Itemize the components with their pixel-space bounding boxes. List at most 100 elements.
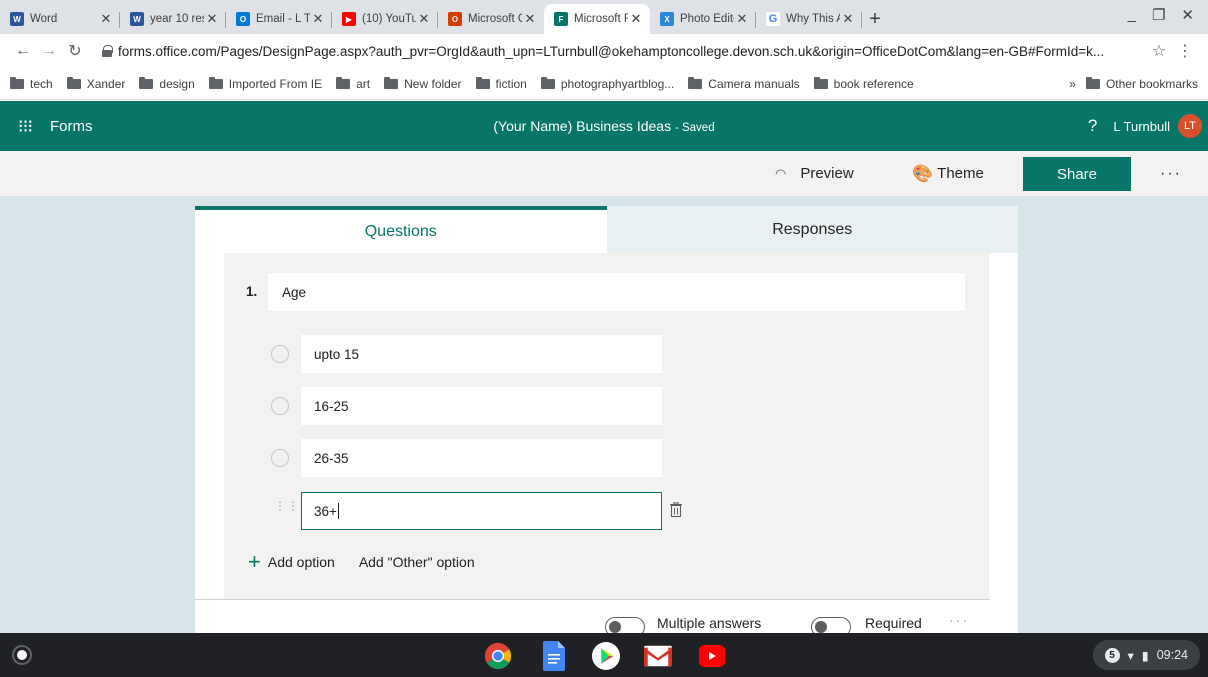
other-bookmarks-folder[interactable]: Other bookmarks	[1085, 76, 1198, 91]
plus-icon: +	[248, 549, 261, 574]
tab-title: (10) YouTub	[362, 13, 416, 25]
bookmark-folder[interactable]: Camera manuals	[688, 76, 800, 91]
bookmark-folder[interactable]: Xander	[66, 76, 125, 91]
add-other-option-button[interactable]: Add "Other" option	[359, 554, 475, 570]
notification-badge: 5	[1104, 647, 1120, 663]
close-tab-icon[interactable]: ✕	[310, 11, 326, 27]
clock: 09:24	[1156, 648, 1188, 662]
text-cursor	[337, 503, 339, 519]
bookmarks-bar: tech Xander design Imported From IE art …	[0, 68, 1208, 100]
tab-questions[interactable]: Questions	[195, 206, 607, 253]
browser-tab-active[interactable]: F Microsoft Fo ✕	[544, 4, 650, 34]
close-tab-icon[interactable]: ✕	[204, 11, 220, 27]
close-tab-icon[interactable]: ✕	[840, 11, 856, 27]
photo-editor-icon: X	[660, 12, 674, 26]
chevron-right-icon[interactable]: »	[1069, 77, 1076, 91]
folder-icon	[139, 76, 154, 89]
battery-icon: ▮	[1141, 648, 1149, 663]
help-icon[interactable]: ?	[1088, 116, 1097, 136]
new-tab-button[interactable]: +	[862, 4, 888, 34]
option-input[interactable]: upto 15	[301, 335, 662, 373]
star-icon[interactable]: ☆	[1146, 41, 1172, 61]
tab-title: Word	[30, 13, 58, 25]
bookmark-folder[interactable]: Imported From IE	[208, 76, 322, 91]
folder-icon	[10, 76, 24, 89]
option-input[interactable]: 26-35	[301, 439, 662, 477]
more-options-icon[interactable]: ···	[1160, 151, 1182, 196]
google-icon: G	[766, 12, 780, 26]
restore-icon[interactable]: ❐	[1152, 6, 1165, 24]
option-row: upto 15	[224, 335, 989, 373]
bookmark-folder[interactable]: book reference	[813, 76, 914, 91]
close-tab-icon[interactable]: ✕	[734, 11, 750, 27]
multiple-answers-toggle[interactable]	[605, 617, 645, 633]
browser-tab[interactable]: W year 10 rese ✕	[120, 4, 226, 34]
tab-responses[interactable]: Responses	[606, 206, 1018, 253]
app-name[interactable]: Forms	[50, 118, 93, 135]
divider	[195, 599, 990, 600]
chrome-icon[interactable]	[484, 642, 512, 670]
bookmark-folder[interactable]: tech	[10, 76, 53, 91]
required-label: Required	[865, 615, 922, 631]
preview-button[interactable]: ◠ Preview	[775, 151, 854, 196]
bookmark-folder[interactable]: design	[139, 76, 195, 91]
close-tab-icon[interactable]: ✕	[416, 11, 432, 27]
browser-tab[interactable]: W Word ✕	[0, 4, 120, 34]
bookmark-folder[interactable]: fiction	[475, 76, 527, 91]
browser-toolbar: ← → ↻ forms.office.com/Pages/DesignPage.…	[0, 34, 1208, 68]
share-button[interactable]: Share	[1023, 157, 1131, 191]
folder-icon	[688, 76, 703, 89]
reload-icon[interactable]: ↻	[62, 41, 88, 61]
folder-icon	[1085, 76, 1100, 89]
docs-icon[interactable]	[540, 641, 568, 671]
required-toggle[interactable]	[811, 617, 851, 633]
youtube-icon: ▶	[342, 12, 356, 26]
close-window-icon[interactable]: ✕	[1181, 6, 1194, 24]
forward-arrow-icon[interactable]: →	[36, 42, 62, 60]
header-right: ? L Turnbull LT	[1088, 114, 1208, 138]
status-tray[interactable]: 5 ▾ ▮ 09:24	[1092, 640, 1200, 670]
close-tab-icon[interactable]: ✕	[522, 11, 538, 27]
office-icon: O	[448, 12, 462, 26]
youtube-icon[interactable]	[698, 642, 726, 670]
option-input-focused[interactable]: 36+	[301, 492, 662, 530]
bookmark-folder[interactable]: art	[336, 76, 370, 91]
document-title: (Your Name) Business Ideas - Saved	[0, 118, 1208, 134]
lock-icon	[102, 45, 113, 57]
add-option-button[interactable]: Add option	[268, 554, 335, 570]
word-icon: W	[10, 12, 24, 26]
save-status: - Saved	[674, 122, 715, 134]
close-tab-icon[interactable]: ✕	[628, 11, 644, 27]
browser-tab[interactable]: O Email - L Tur ✕	[226, 4, 332, 34]
browser-tab-strip: W Word ✕ W year 10 rese ✕ O Email - L Tu…	[0, 0, 1208, 34]
bookmark-folder[interactable]: New folder	[384, 76, 462, 91]
gmail-icon[interactable]	[644, 642, 672, 670]
question-title-input[interactable]: Age	[268, 273, 965, 311]
app-launcher-icon[interactable]: ⁝⁝⁝	[0, 116, 50, 137]
drag-handle-icon[interactable]: ⋮⋮	[274, 500, 299, 520]
tab-title: Microsoft Fo	[574, 13, 628, 25]
minimize-icon[interactable]: _	[1128, 6, 1136, 24]
folder-icon	[813, 76, 828, 89]
browser-tab[interactable]: X Photo Editor ✕	[650, 4, 756, 34]
trash-icon[interactable]	[670, 502, 682, 517]
tab-title: Email - L Tur	[256, 13, 310, 25]
theme-button[interactable]: 🎨 Theme	[912, 151, 984, 196]
browser-tab[interactable]: G Why This Ad ✕	[756, 4, 862, 34]
play-store-icon[interactable]	[592, 642, 620, 670]
question-card: 1. Age upto 15 16-25 26-35 ⋮⋮ 36+ + Add …	[195, 253, 1018, 633]
option-row: 16-25	[224, 387, 989, 425]
close-tab-icon[interactable]: ✕	[98, 11, 114, 27]
browser-tab[interactable]: O Microsoft Of ✕	[438, 4, 544, 34]
browser-tab[interactable]: ▶ (10) YouTub ✕	[332, 4, 438, 34]
option-input[interactable]: 16-25	[301, 387, 662, 425]
forms-header: ⁝⁝⁝ Forms (Your Name) Business Ideas - S…	[0, 101, 1208, 151]
back-arrow-icon[interactable]: ←	[10, 42, 36, 60]
launcher-icon[interactable]	[14, 647, 30, 663]
question-more-icon[interactable]: ···	[949, 612, 969, 628]
bookmark-folder[interactable]: photographyartblog...	[540, 76, 674, 91]
avatar[interactable]: LT	[1178, 114, 1202, 138]
address-bar[interactable]: forms.office.com/Pages/DesignPage.aspx?a…	[94, 37, 1140, 65]
user-name[interactable]: L Turnbull	[1113, 119, 1170, 134]
browser-menu-icon[interactable]: ⋮	[1172, 41, 1198, 61]
